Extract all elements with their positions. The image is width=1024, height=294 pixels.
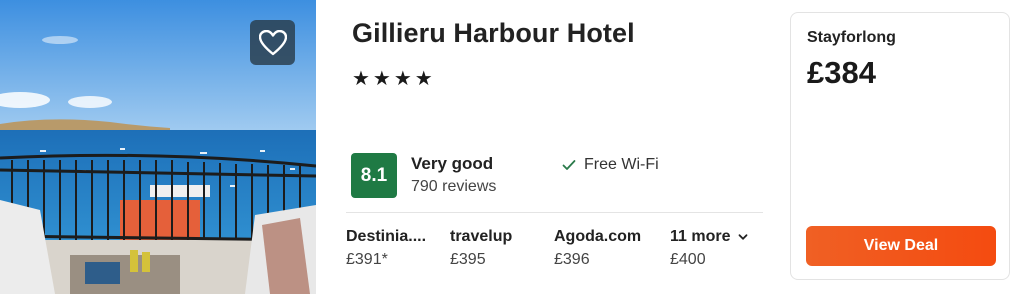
- check-icon: [562, 160, 576, 170]
- provider-option[interactable]: travelup £395: [450, 228, 512, 269]
- review-count[interactable]: 790 reviews: [411, 178, 496, 196]
- amenity-wifi: Free Wi-Fi: [562, 156, 659, 174]
- amenity-label: Free Wi-Fi: [584, 156, 659, 173]
- divider: [346, 212, 763, 213]
- hotel-name[interactable]: Gillieru Harbour Hotel: [352, 18, 635, 49]
- provider-name: Agoda.com: [554, 228, 642, 245]
- view-deal-button[interactable]: View Deal: [806, 226, 996, 266]
- provider-price: £396: [554, 251, 590, 268]
- provider-name: Destinia....: [346, 228, 427, 245]
- provider-name: 11 more: [670, 228, 731, 245]
- provider-price: £395: [450, 251, 486, 268]
- provider-price: £400: [670, 251, 706, 268]
- chevron-down-icon: [739, 234, 748, 240]
- favorite-button[interactable]: [250, 20, 295, 65]
- provider-price: £391*: [346, 251, 388, 268]
- more-providers-toggle[interactable]: 11 more £400: [670, 228, 748, 269]
- hotel-result-card: Gillieru Harbour Hotel ★★★★ 8.1 Very goo…: [0, 0, 1024, 294]
- provider-name: travelup: [450, 228, 513, 245]
- best-deal-panel: Stayforlong £384 View Deal: [790, 12, 1010, 280]
- deal-price: £384: [807, 55, 876, 90]
- provider-option[interactable]: Destinia.... £391*: [346, 228, 426, 269]
- provider-option[interactable]: Agoda.com £396: [554, 228, 641, 269]
- heart-icon: [258, 29, 287, 55]
- deal-provider-name: Stayforlong: [807, 29, 896, 46]
- rating-label: Very good: [411, 154, 494, 173]
- rating-score-badge: 8.1: [351, 153, 397, 198]
- star-rating: ★★★★: [352, 68, 436, 90]
- hotel-photo[interactable]: [0, 0, 316, 294]
